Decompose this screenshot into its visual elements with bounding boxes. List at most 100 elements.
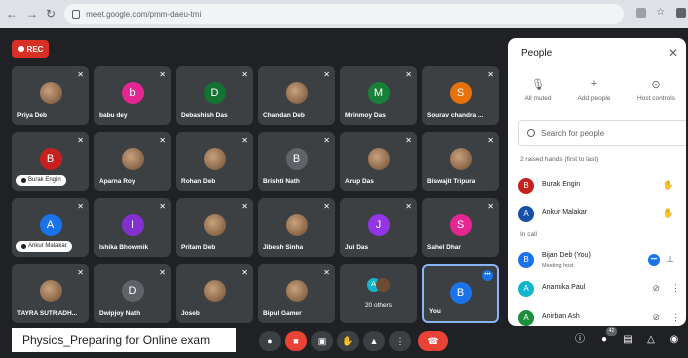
participant-tile[interactable]: S ✕ Sourav chandra ...: [422, 66, 499, 125]
mic-off-icon: ✕: [159, 136, 166, 145]
avatar: B: [518, 252, 534, 268]
participant-tile[interactable]: ✕ Bipul Gamer: [258, 264, 335, 323]
participant-name: Ankur Malakar: [542, 209, 588, 216]
participant-tile[interactable]: ✕ Joseb: [176, 264, 253, 323]
mic-off-icon: ✕: [487, 70, 494, 79]
participant-name: Bipul Gamer: [263, 310, 302, 317]
reload-icon[interactable]: ↻: [46, 7, 56, 21]
action-label: All muted: [524, 95, 552, 102]
close-icon[interactable]: ✕: [668, 46, 678, 60]
camera-off-button[interactable]: ■: [285, 331, 307, 351]
avatar: B: [449, 282, 472, 304]
mic-off-icon: ✕: [77, 136, 84, 145]
avatar: B: [518, 178, 534, 194]
participant-name: Anirban Ash: [542, 313, 580, 320]
leave-call-button[interactable]: ☎: [418, 331, 448, 351]
mic-off-icon: ✕: [487, 202, 494, 211]
participant-tile[interactable]: A ✕ Ankur Malakar: [12, 198, 89, 257]
activities-icon[interactable]: △: [643, 332, 659, 348]
mic-off-icon: ✕: [159, 70, 166, 79]
more-options-button[interactable]: ⋮: [389, 331, 411, 351]
participant-name: Bijan Deb (You): [542, 252, 591, 259]
avatar: S: [449, 214, 472, 236]
participant-tile[interactable]: S ✕ Sahel Dhar: [422, 198, 499, 257]
raised-hand-row[interactable]: B Burak Engin ✋: [518, 176, 680, 196]
participant-tile[interactable]: ✕ Jibesh Sinha: [258, 198, 335, 257]
participant-tile[interactable]: ✕ Priya Deb: [12, 66, 89, 125]
participant-tile[interactable]: J ✕ Jui Das: [340, 198, 417, 257]
participant-name: Ishika Bhowmik: [99, 244, 149, 251]
action-label: Host controls: [637, 95, 675, 102]
people-search-input[interactable]: Search for people: [518, 120, 686, 146]
participant-tile[interactable]: ✕ Pritam Deb: [176, 198, 253, 257]
forward-arrow-icon[interactable]: →: [26, 7, 38, 21]
raised-hand-icon[interactable]: ✋: [663, 180, 674, 191]
participant-tile[interactable]: M ✕ Mrinmoy Das: [340, 66, 417, 125]
avatar: A: [518, 206, 534, 222]
participant-name: Pritam Deb: [181, 244, 216, 251]
pin-icon[interactable]: ⊥: [666, 254, 674, 265]
more-vert-icon[interactable]: ⋮: [671, 283, 680, 294]
avatar: D: [203, 82, 226, 104]
add-people-button[interactable]: + Add people: [564, 78, 624, 102]
lock-icon: [72, 9, 81, 19]
address-bar[interactable]: meet.google.com/pmm-daeu-tmi: [64, 4, 625, 24]
mic-off-icon: ✕: [405, 70, 412, 79]
in-call-row[interactable]: B Bijan Deb (You) Meeting host ••• ⊥: [518, 250, 680, 270]
add-person-icon: +: [590, 78, 598, 90]
participant-name: Aparna Roy: [99, 178, 136, 185]
mic-off-icon: ✕: [323, 202, 330, 211]
mic-button[interactable]: ●: [259, 331, 281, 351]
participant-name: Sourav chandra ...: [427, 112, 484, 119]
extension-puzzle-icon[interactable]: [676, 7, 687, 18]
participant-tile[interactable]: B ✕ Brishti Nath: [258, 132, 335, 191]
raised-hand-row[interactable]: A Ankur Malakar ✋: [518, 204, 680, 224]
more-vert-icon[interactable]: ⋮: [671, 312, 680, 323]
participant-tile[interactable]: I ✕ Ishika Bhowmik: [94, 198, 171, 257]
participant-tile[interactable]: D ✕ Dwipjoy Nath: [94, 264, 171, 323]
recording-label: REC: [26, 44, 44, 54]
more-options-icon[interactable]: •••: [648, 254, 660, 266]
captions-button[interactable]: ▣: [311, 331, 333, 351]
participant-tile[interactable]: ✕ Aparna Roy: [94, 132, 171, 191]
participant-name: Mrinmoy Das: [345, 112, 386, 119]
in-call-row[interactable]: A Anamika Paul ⊘ ⋮: [518, 279, 680, 299]
participant-tile[interactable]: ✕ TAYRA SUTRADH...: [12, 264, 89, 323]
back-arrow-icon[interactable]: ←: [6, 7, 18, 21]
avatar: [203, 214, 226, 236]
participant-tile[interactable]: ✕ Chandan Deb: [258, 66, 335, 125]
participant-name: Brishti Nath: [263, 178, 300, 185]
participant-tile[interactable]: D ✕ Debashish Das: [176, 66, 253, 125]
participant-tile[interactable]: ✕ Arup Das: [340, 132, 417, 191]
host-controls-button[interactable]: ⊙ Host controls: [626, 78, 686, 102]
in-call-row[interactable]: A Anirban Ash ⊘ ⋮: [518, 308, 680, 326]
people-button[interactable]: ● 42: [596, 327, 617, 348]
mic-off-icon: ✕: [323, 136, 330, 145]
all-muted-action[interactable]: 🎙 All muted: [508, 78, 568, 102]
host-controls-icon: ⊙: [651, 79, 661, 91]
participant-tile[interactable]: ✕ Rohan Deb: [176, 132, 253, 191]
raise-hand-button[interactable]: ✋: [337, 331, 359, 351]
star-icon[interactable]: ☆: [656, 7, 666, 18]
participant-tile[interactable]: ✕ Biswajit Tripura: [422, 132, 499, 191]
participant-name: Sahel Dhar: [427, 244, 461, 251]
avatar: A: [518, 310, 534, 326]
participant-tile[interactable]: B ✕ Burak Engin: [12, 132, 89, 191]
participant-name: Biswajit Tripura: [427, 178, 476, 185]
info-icon[interactable]: ⓘ: [572, 332, 588, 348]
raised-hand-icon[interactable]: ✋: [663, 208, 674, 219]
participant-tile[interactable]: B ••• You: [422, 264, 499, 323]
participant-tile[interactable]: b ✕ babu dey: [94, 66, 171, 125]
host-shield-icon[interactable]: ◉: [666, 332, 682, 348]
participant-tile[interactable]: A 20 others: [340, 264, 417, 323]
more-options-icon[interactable]: •••: [482, 270, 493, 281]
chat-icon[interactable]: ▤: [620, 332, 636, 348]
browser-toolbar: ← → ↻ meet.google.com/pmm-daeu-tmi ☆ B: [0, 0, 688, 28]
raised-hand-badge: Burak Engin: [16, 175, 66, 186]
search-icon: [527, 129, 535, 137]
extension-icon[interactable]: [636, 7, 647, 18]
present-button[interactable]: ▲: [363, 331, 385, 351]
avatar: [285, 214, 308, 236]
mic-off-icon: ✕: [405, 202, 412, 211]
mic-off-icon: ✕: [241, 136, 248, 145]
